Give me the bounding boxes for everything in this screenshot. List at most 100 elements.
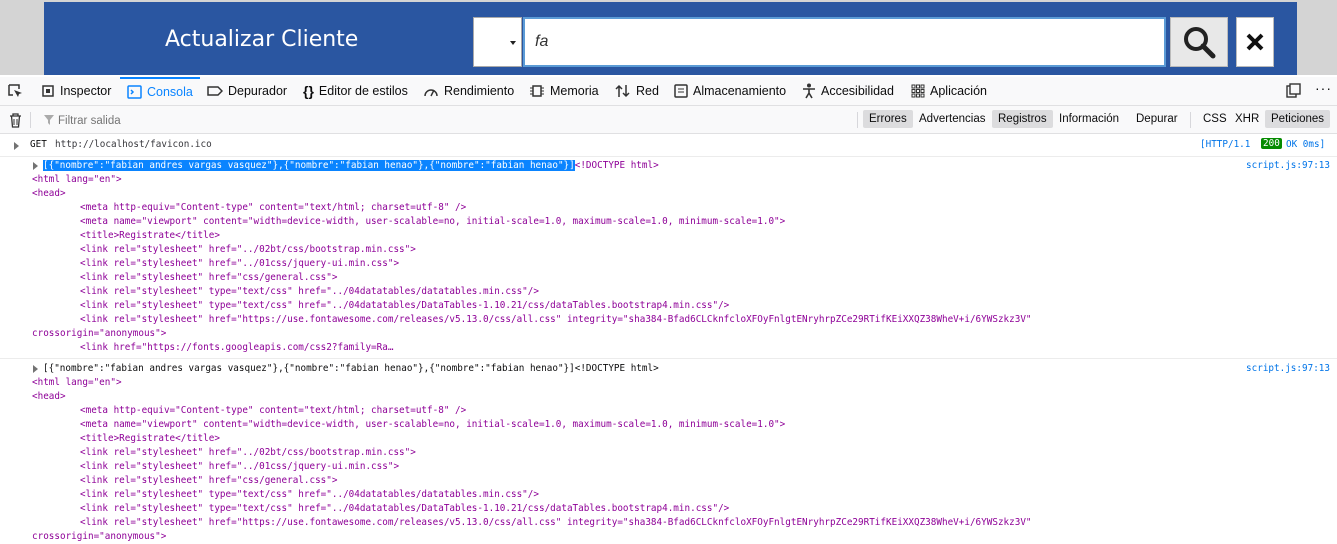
tab-label: Depurador <box>228 84 288 98</box>
tab-debugger[interactable]: Depurador <box>207 77 287 105</box>
filter-debug[interactable]: Depurar <box>1130 110 1184 128</box>
log-line: <link rel="stylesheet" type="text/css" h… <box>80 286 539 297</box>
close-x-icon <box>1246 33 1264 51</box>
memory-chip-icon <box>530 85 544 97</box>
search-input[interactable] <box>523 17 1166 67</box>
divider <box>1190 112 1191 128</box>
expand-arrow-icon[interactable] <box>33 365 38 373</box>
log-line: <title>Registrate</title> <box>80 230 220 241</box>
tab-accessibility[interactable]: Accesibilidad <box>802 77 894 105</box>
request-url[interactable]: http://localhost/favicon.ico <box>55 139 212 150</box>
filter-xhr[interactable]: XHR <box>1229 110 1265 128</box>
source-location-link[interactable]: script.js:97:13 <box>1246 159 1330 173</box>
filter-output-input[interactable] <box>40 111 460 131</box>
storage-icon <box>674 84 688 98</box>
log-first-line: [{"nombre":"fabian andres vargas vasquez… <box>43 159 659 173</box>
tab-label: Red <box>636 84 659 98</box>
tab-application[interactable]: Aplicación <box>911 77 987 105</box>
tab-label: Rendimiento <box>444 84 515 98</box>
search-button[interactable] <box>1170 17 1228 67</box>
log-line: crossorigin="anonymous"> <box>32 328 167 339</box>
tab-label: Almacenamiento <box>693 84 787 98</box>
log-line: <meta http-equiv="Content-type" content=… <box>80 202 467 213</box>
log-line: <meta name="viewport" content="width=dev… <box>80 419 786 430</box>
grid-icon <box>911 84 925 98</box>
divider <box>30 112 31 128</box>
element-picker-button[interactable] <box>7 77 23 105</box>
debugger-icon <box>207 86 223 96</box>
console-filter-bar: Errores Advertencias Registros Informaci… <box>0 106 1337 134</box>
tab-label: Accesibilidad <box>821 84 894 98</box>
dock-toggle-button[interactable] <box>1286 83 1301 101</box>
braces-icon: {} <box>303 83 314 99</box>
app-header: Actualizar Cliente <box>44 2 1297 75</box>
log-line: <link rel="stylesheet" href="../02bt/css… <box>80 244 416 255</box>
page-title: Actualizar Cliente <box>165 27 359 52</box>
tab-label: Editor de estilos <box>318 84 408 98</box>
log-line: <link rel="stylesheet" href="https://use… <box>80 517 1032 528</box>
log-line: <link rel="stylesheet" href="../01css/jq… <box>80 461 400 472</box>
console-log-entry: [{"nombre":"fabian andres vargas vasquez… <box>0 158 1337 359</box>
expand-arrow-icon[interactable] <box>33 162 38 170</box>
tab-style-editor[interactable]: {} Editor de estilos <box>303 77 408 105</box>
tab-storage[interactable]: Almacenamiento <box>674 77 786 105</box>
log-line: <link rel="stylesheet" type="text/css" h… <box>80 503 730 514</box>
tab-label: Aplicación <box>930 84 987 98</box>
log-line: <head> <box>32 391 66 402</box>
tab-network[interactable]: Red <box>615 77 659 105</box>
request-result: OK 0ms] <box>1286 139 1326 150</box>
request-protocol: [HTTP/1.1 <box>1200 139 1251 150</box>
network-arrows-icon <box>615 84 630 98</box>
log-line: <link rel="stylesheet" type="text/css" h… <box>80 300 730 311</box>
log-line: <title>Registrate</title> <box>80 433 220 444</box>
chevron-down-icon <box>510 41 516 45</box>
search-type-select[interactable] <box>473 17 522 67</box>
element-picker-icon <box>8 84 22 97</box>
filter-info[interactable]: Información <box>1053 110 1125 128</box>
close-button[interactable] <box>1236 17 1274 67</box>
filter-css[interactable]: CSS <box>1197 110 1233 128</box>
inspector-icon <box>42 85 54 97</box>
filter-errors[interactable]: Errores <box>863 110 913 128</box>
more-options-icon[interactable]: ··· <box>1315 80 1332 96</box>
tab-inspector[interactable]: Inspector <box>41 77 111 105</box>
log-first-line: [{"nombre":"fabian andres vargas vasquez… <box>43 363 659 374</box>
devtools-toolbar: Inspector Consola Depurador {} Editor de… <box>0 77 1337 106</box>
tab-label: Inspector <box>60 84 112 98</box>
status-badge: 200 <box>1261 138 1282 149</box>
magnifier-icon <box>1184 27 1216 59</box>
log-line: <link rel="stylesheet" href="css/general… <box>80 272 338 283</box>
filter-warnings[interactable]: Advertencias <box>913 110 991 128</box>
log-line: <meta http-equiv="Content-type" content=… <box>80 405 467 416</box>
console-log-entry: [{"nombre":"fabian andres vargas vasquez… <box>0 361 1337 543</box>
filter-logs[interactable]: Registros <box>992 110 1053 128</box>
tab-label: Consola <box>147 85 193 99</box>
log-line: <link rel="stylesheet" href="https://use… <box>80 314 1032 325</box>
log-line: <link rel="stylesheet" href="css/general… <box>80 475 338 486</box>
divider <box>857 112 858 128</box>
log-line: <html lang="en"> <box>32 377 122 388</box>
log-text: <!DOCTYPE html> <box>574 160 659 171</box>
log-line: <html lang="en"> <box>32 174 122 185</box>
tab-memory[interactable]: Memoria <box>529 77 599 105</box>
tab-label: Memoria <box>550 84 599 98</box>
gauge-icon <box>424 89 438 97</box>
tab-console[interactable]: Consola <box>120 77 200 105</box>
expand-arrow-icon[interactable] <box>14 142 19 150</box>
tab-performance[interactable]: Rendimiento <box>423 77 514 105</box>
log-line: <link rel="stylesheet" href="../01css/jq… <box>80 258 400 269</box>
log-line: <link href="https://fonts.googleapis.com… <box>80 342 394 353</box>
log-line: <meta name="viewport" content="width=dev… <box>80 216 786 227</box>
log-line: <link rel="stylesheet" href="../02bt/css… <box>80 447 416 458</box>
accessibility-icon <box>803 83 815 99</box>
source-location-link[interactable]: script.js:97:13 <box>1246 362 1330 376</box>
selected-json-text[interactable]: [{"nombre":"fabian andres vargas vasquez… <box>43 160 575 171</box>
page-background: Actualizar Cliente <box>0 0 1337 75</box>
filter-requests[interactable]: Peticiones <box>1265 110 1331 128</box>
console-icon <box>127 85 142 99</box>
request-method: GET <box>30 139 47 150</box>
dock-icon <box>1286 83 1301 98</box>
network-request-row[interactable]: GET http://localhost/favicon.ico [HTTP/1… <box>0 135 1337 157</box>
trash-icon[interactable] <box>9 113 22 128</box>
log-line: <link rel="stylesheet" type="text/css" h… <box>80 489 539 500</box>
